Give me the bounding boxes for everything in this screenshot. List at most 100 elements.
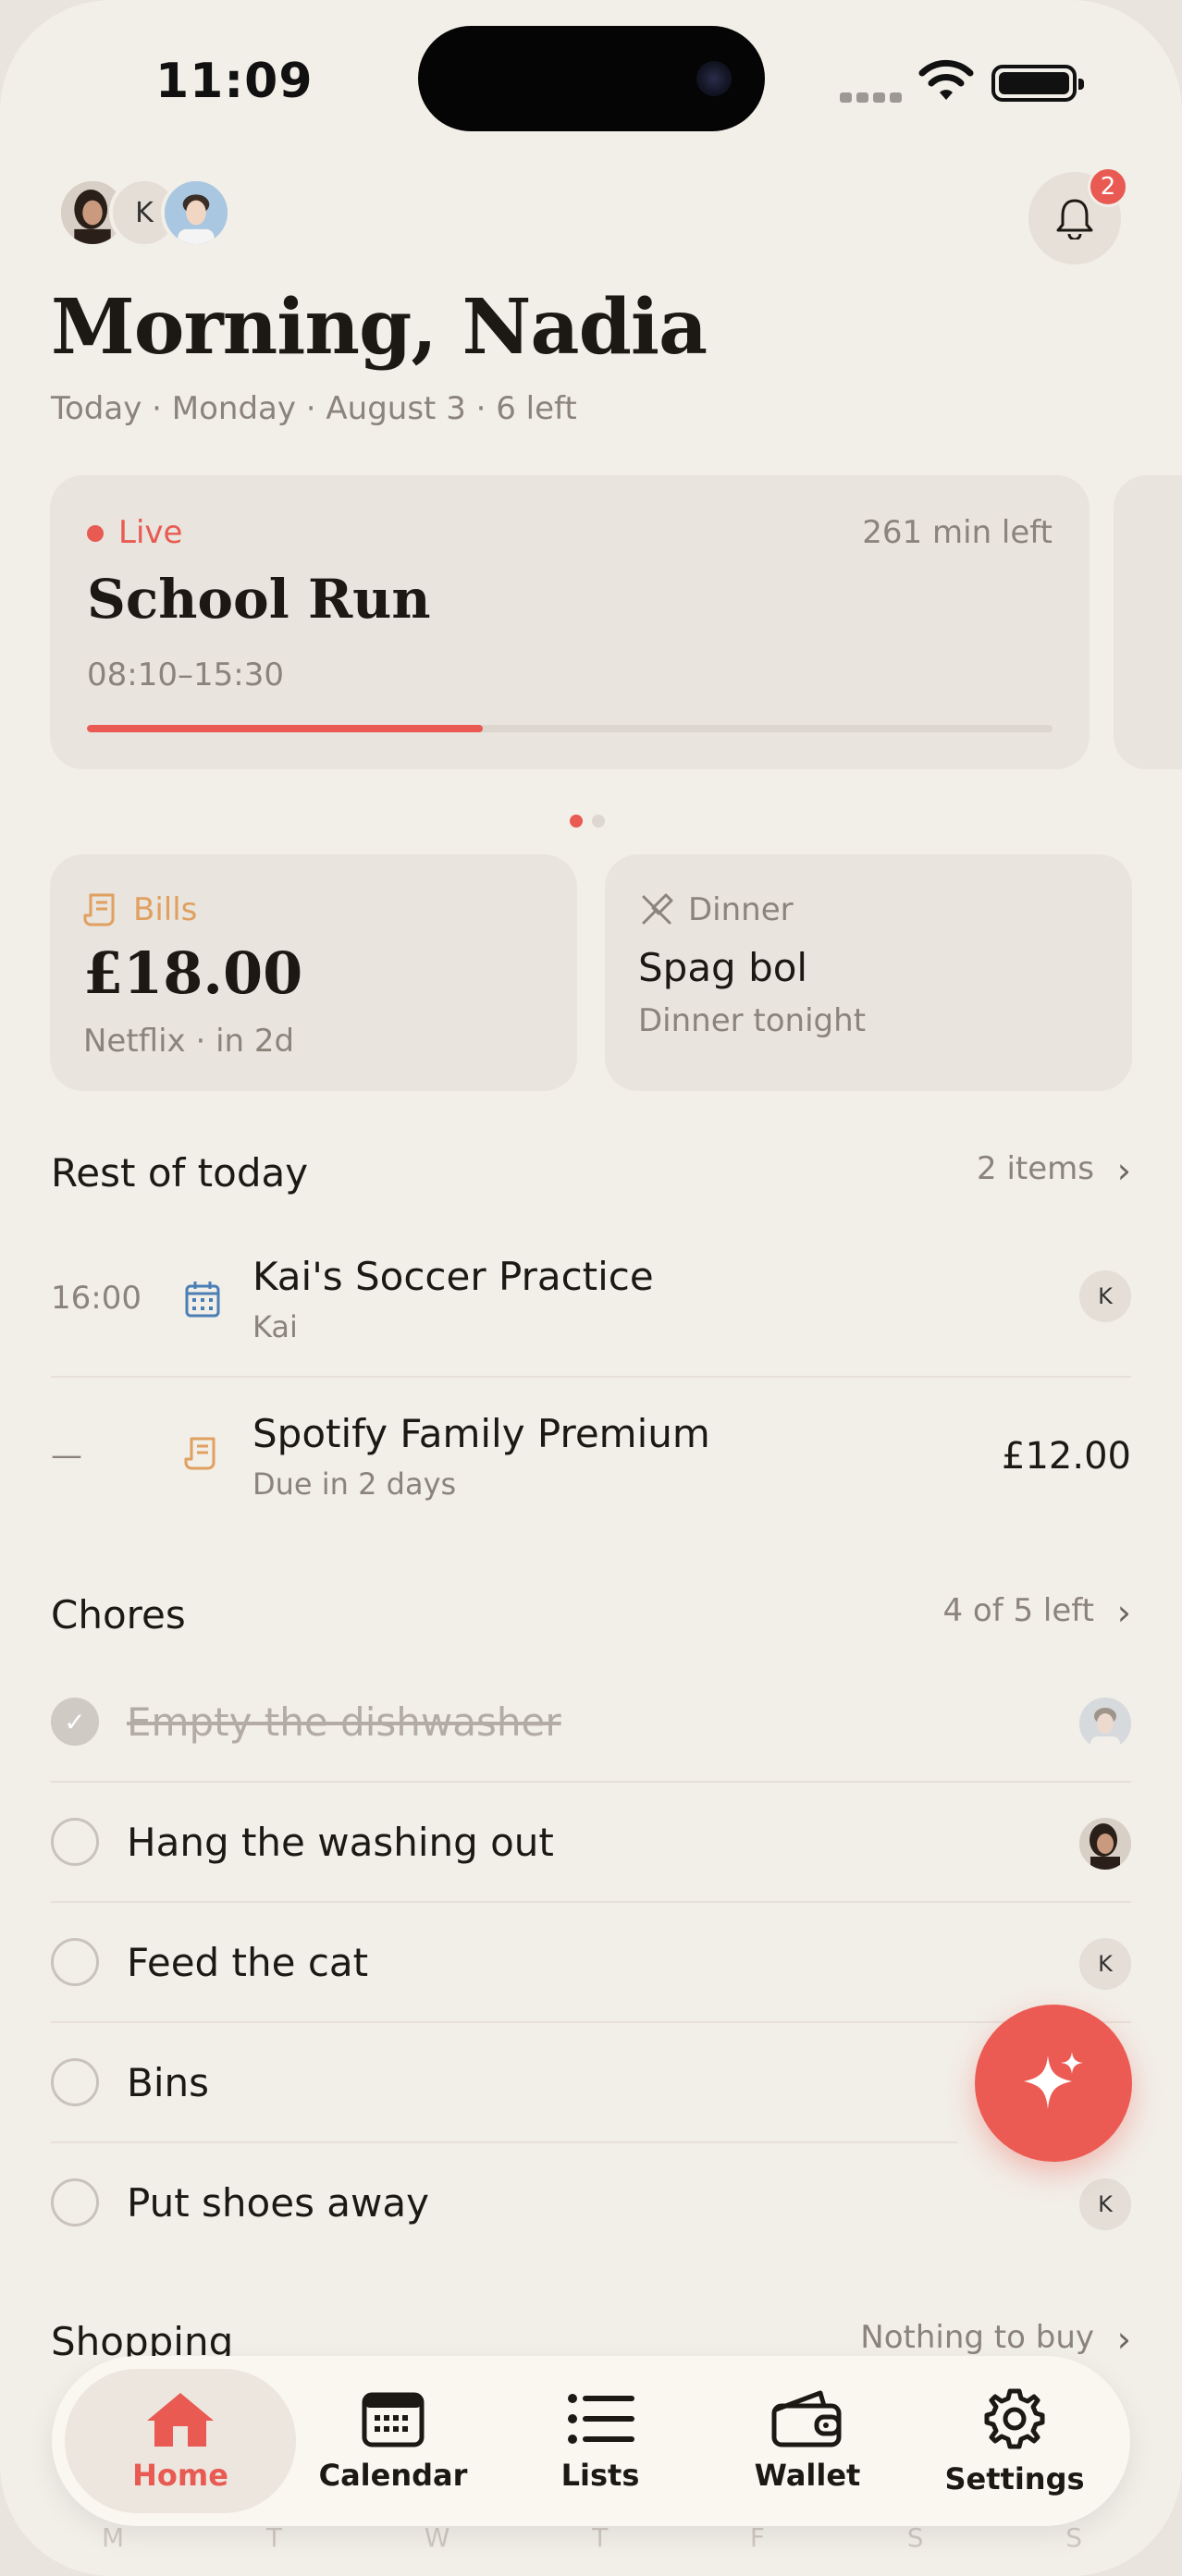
assignee-avatar [1079, 1698, 1131, 1749]
weekday-label: W [424, 2522, 450, 2553]
event-title: Kai's Soccer Practice [252, 1254, 654, 1299]
tab-lists[interactable]: Lists [485, 2369, 716, 2513]
bills-amount: £18.00 [83, 939, 303, 1007]
dynamic-island [418, 26, 765, 131]
tab-bar: Home Calendar Lists Wallet Settings [52, 2356, 1130, 2526]
chevron-right-icon: › [1116, 1592, 1131, 1633]
week-strip: M T W T F S S [102, 2522, 1082, 2553]
divider [51, 2021, 1131, 2023]
notification-badge: 2 [1088, 166, 1128, 207]
list-item[interactable]: — Spotify Family Premium Due in 2 days £… [51, 1411, 1131, 1513]
dinner-card[interactable]: Dinner Spag bol Dinner tonight [605, 854, 1132, 1091]
chores-header[interactable]: Chores 4 of 5 left › [51, 1592, 1131, 1638]
assignee-avatar [1079, 1818, 1131, 1870]
sparkles-icon [1024, 2052, 1083, 2109]
bills-sub: Netflix · in 2d [83, 1023, 295, 1060]
calendar-icon [362, 2392, 425, 2447]
carousel-pager[interactable] [570, 814, 614, 831]
section-meta: 4 of 5 left [942, 1592, 1094, 1629]
tab-calendar[interactable]: Calendar [277, 2369, 509, 2513]
checkbox[interactable] [51, 2058, 99, 2106]
dinner-title: Spag bol [638, 945, 808, 990]
chore-item[interactable]: Feed the cat K [51, 1938, 1131, 1993]
event-sub: Kai [252, 1309, 298, 1344]
chore-label: Empty the dishwasher [127, 1699, 561, 1745]
receipt-icon [184, 1437, 215, 1470]
checkbox[interactable] [51, 1818, 99, 1866]
weekday-label: T [265, 2522, 282, 2553]
weekday-label: S [906, 2522, 924, 2553]
live-indicator-icon [87, 525, 104, 542]
chore-label: Bins [127, 2060, 209, 2105]
chevron-right-icon: › [1116, 1150, 1131, 1191]
bills-card[interactable]: Bills £18.00 Netflix · in 2d [50, 854, 577, 1091]
divider [51, 1781, 1131, 1783]
assignee-chip: K [1079, 1270, 1131, 1322]
live-status: Live [118, 514, 183, 551]
event-sub: Due in 2 days [252, 1466, 457, 1502]
live-progress-bar [87, 725, 1053, 732]
wifi-icon [918, 59, 974, 100]
event-time: 16:00 [51, 1280, 142, 1317]
tab-label: Wallet [754, 2458, 861, 2493]
pager-dot-active[interactable] [570, 815, 583, 828]
app-screen: 11:09 K 2 Morning, Nadia Today · Monday … [0, 0, 1182, 2576]
weekday-label: F [749, 2522, 765, 2553]
assignee-chip: K [1079, 2178, 1131, 2230]
tab-label: Lists [560, 2458, 640, 2493]
utensils-icon [642, 893, 673, 925]
live-event-card[interactable]: Live 261 min left School Run 08:10–15:30 [50, 475, 1090, 769]
avatar-partner[interactable] [161, 178, 231, 248]
chore-item[interactable]: Bins [51, 2058, 1131, 2114]
assignee-chip: K [1079, 1938, 1131, 1990]
page-title: Morning, Nadia [51, 283, 708, 372]
weekday-label: T [592, 2522, 609, 2553]
chore-label: Feed the cat [127, 1940, 369, 1985]
tab-wallet[interactable]: Wallet [692, 2369, 923, 2513]
dinner-sub: Dinner tonight [638, 1002, 867, 1039]
divider [51, 2141, 957, 2143]
divider [51, 1376, 1131, 1378]
checkbox[interactable] [51, 1938, 99, 1986]
calendar-icon [185, 1282, 220, 1318]
home-icon [147, 2393, 214, 2447]
event-time: — [51, 1437, 82, 1474]
rest-of-today-header[interactable]: Rest of today 2 items › [51, 1150, 1131, 1196]
checkbox[interactable] [51, 2178, 99, 2226]
weekday-label: S [1065, 2522, 1082, 2553]
weekday-label: M [102, 2522, 125, 2553]
chore-item[interactable]: Put shoes away K [51, 2178, 1131, 2234]
tab-settings[interactable]: Settings [899, 2369, 1130, 2513]
pager-dot[interactable] [592, 815, 605, 828]
section-meta: Nothing to buy [860, 2319, 1094, 2356]
dinner-label: Dinner [688, 891, 794, 928]
bills-label: Bills [133, 891, 198, 928]
gear-icon [984, 2388, 1045, 2449]
section-meta: 2 items [977, 1150, 1094, 1187]
ai-assistant-button[interactable] [975, 2005, 1132, 2162]
chore-item[interactable]: Hang the washing out [51, 1818, 1131, 1873]
list-icon [568, 2394, 634, 2444]
camera-icon [696, 61, 732, 96]
tab-home[interactable]: Home [65, 2369, 296, 2513]
list-item[interactable]: 16:00 Kai's Soccer Practice Kai K [51, 1254, 1131, 1355]
status-time: 11:09 [155, 54, 314, 109]
checkbox-checked[interactable]: ✓ [51, 1698, 99, 1746]
tab-label: Settings [944, 2461, 1085, 2496]
cellular-signal-icon [840, 89, 906, 106]
section-title: Chores [51, 1592, 186, 1638]
event-amount: £12.00 [1002, 1435, 1131, 1478]
chore-item[interactable]: ✓ Empty the dishwasher [51, 1698, 1131, 1753]
next-card-peek[interactable] [1114, 475, 1182, 769]
receipt-icon [83, 893, 115, 926]
live-progress-fill [87, 725, 484, 732]
tab-label: Calendar [318, 2458, 468, 2493]
battery-icon [991, 65, 1084, 102]
live-event-title: School Run [87, 568, 431, 631]
wallet-icon [771, 2390, 842, 2447]
bell-icon [1056, 199, 1093, 239]
live-event-time: 08:10–15:30 [87, 656, 284, 693]
chevron-right-icon: › [1116, 2319, 1131, 2360]
section-title: Rest of today [51, 1150, 309, 1196]
chore-label: Hang the washing out [127, 1820, 554, 1865]
